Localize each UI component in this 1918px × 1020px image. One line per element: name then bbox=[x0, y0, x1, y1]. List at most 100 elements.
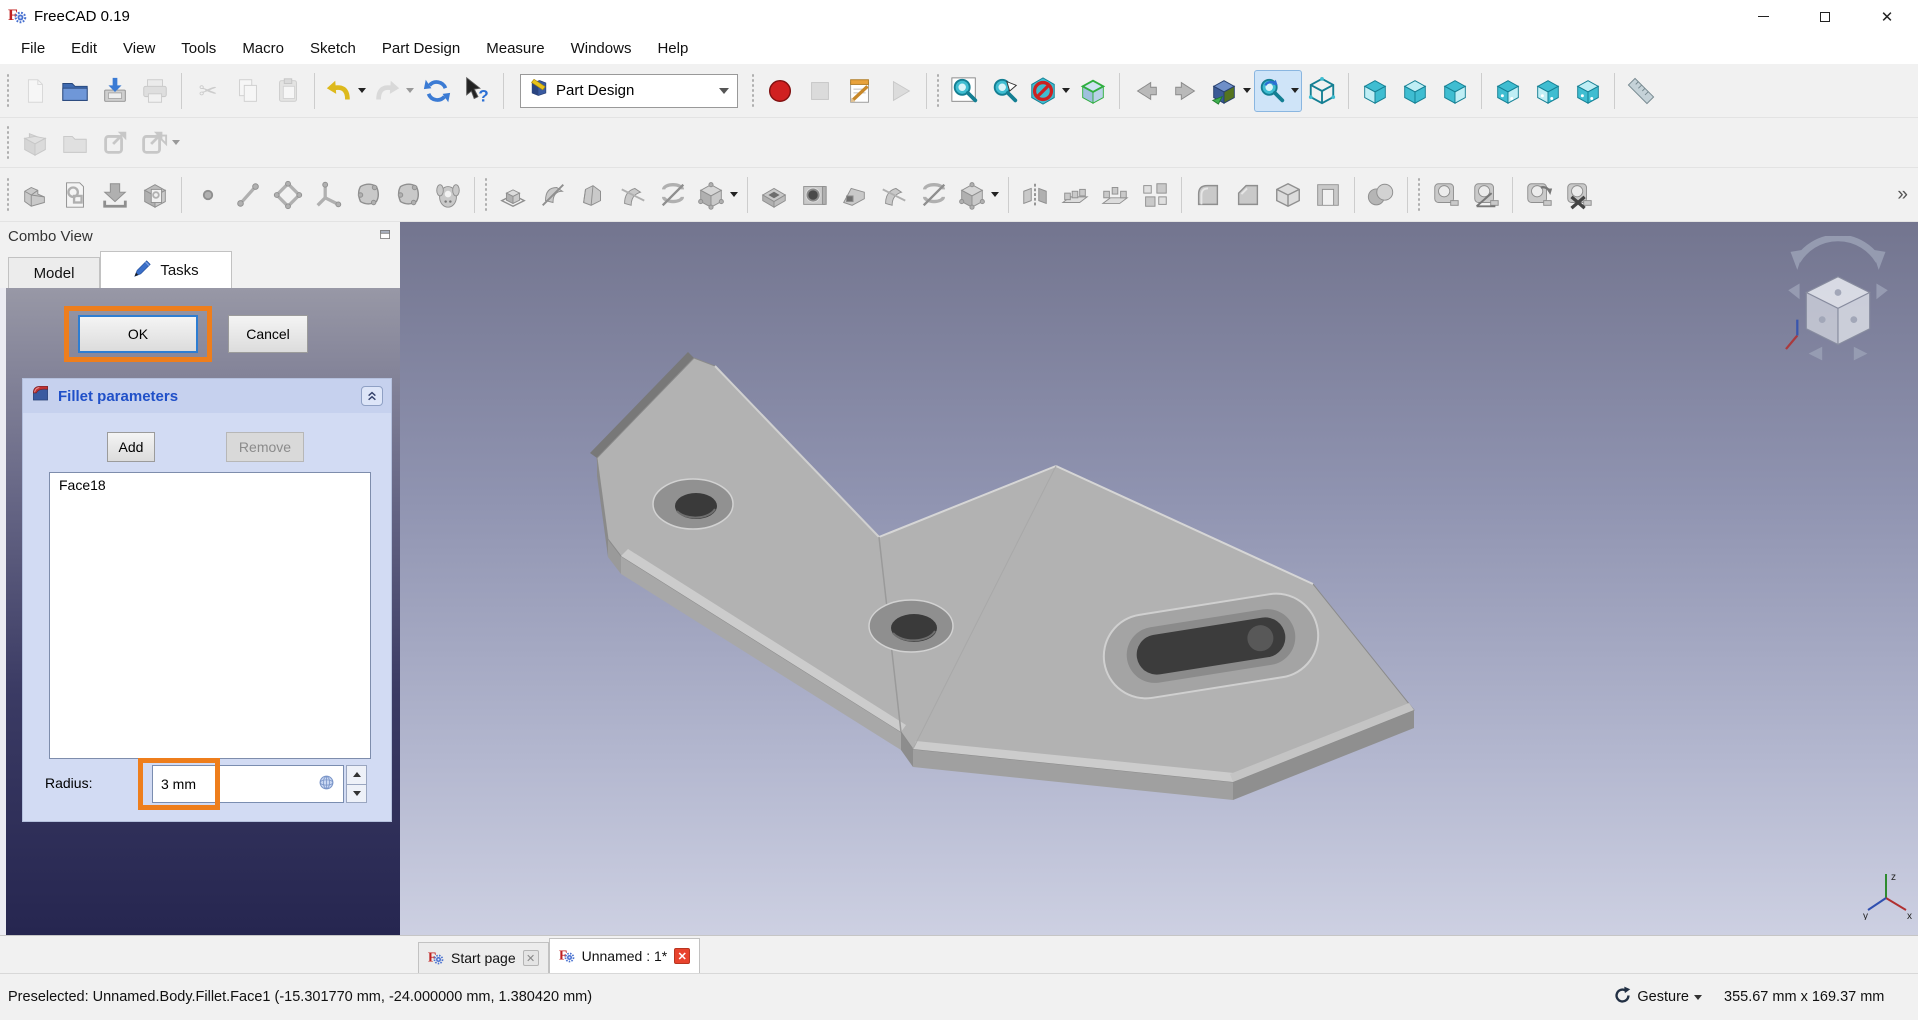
undo-button[interactable] bbox=[321, 70, 369, 112]
hole-button[interactable] bbox=[794, 174, 834, 216]
shape-binder-button[interactable] bbox=[348, 174, 388, 216]
polar-pattern-button[interactable] bbox=[1095, 174, 1135, 216]
open-file-button[interactable] bbox=[55, 70, 95, 112]
menu-item-help[interactable]: Help bbox=[644, 40, 701, 57]
maximize-button[interactable] bbox=[1794, 0, 1856, 33]
isometric-view-button[interactable] bbox=[1302, 70, 1342, 112]
measure-distance-button[interactable] bbox=[1621, 70, 1661, 112]
additive-primitive-button[interactable] bbox=[693, 174, 741, 216]
nav-back-button[interactable] bbox=[1126, 70, 1166, 112]
datum-line-button[interactable] bbox=[228, 174, 268, 216]
chevron-down-icon[interactable] bbox=[172, 140, 180, 145]
clone-button[interactable] bbox=[428, 174, 468, 216]
refresh-button[interactable] bbox=[417, 70, 457, 112]
3d-viewport[interactable]: z x y bbox=[400, 222, 1918, 935]
collapse-chevrons-icon[interactable] bbox=[361, 386, 383, 406]
face-list-item[interactable]: Face18 bbox=[50, 473, 370, 497]
doc-tab-unnamed[interactable]: F Unnamed : 1* ✕ bbox=[548, 938, 701, 973]
subtractive-primitive-button[interactable] bbox=[954, 174, 1002, 216]
measure-linear-button[interactable] bbox=[1426, 174, 1466, 216]
chamfer-button[interactable] bbox=[1228, 174, 1268, 216]
menu-item-windows[interactable]: Windows bbox=[558, 40, 645, 57]
float-panel-icon[interactable] bbox=[379, 228, 392, 245]
measure-clear-button[interactable] bbox=[1559, 174, 1599, 216]
toolbar-grip[interactable] bbox=[751, 72, 755, 109]
navigation-style-selector[interactable]: Gesture bbox=[1613, 986, 1718, 1009]
menu-item-sketch[interactable]: Sketch bbox=[297, 40, 369, 57]
save-button[interactable] bbox=[95, 70, 135, 112]
menu-item-edit[interactable]: Edit bbox=[58, 40, 110, 57]
close-tab-icon[interactable]: ✕ bbox=[522, 950, 539, 966]
spin-up-button[interactable] bbox=[347, 766, 366, 785]
doc-tab-start-page[interactable]: F Start page ✕ bbox=[418, 942, 549, 973]
create-body-button[interactable] bbox=[15, 174, 55, 216]
revolution-button[interactable] bbox=[533, 174, 573, 216]
menu-item-tools[interactable]: Tools bbox=[168, 40, 229, 57]
linked-view-button[interactable] bbox=[1206, 70, 1254, 112]
whats-this-button[interactable]: ? bbox=[457, 70, 497, 112]
tab-model[interactable]: Model bbox=[8, 257, 100, 288]
spin-down-button[interactable] bbox=[347, 784, 366, 802]
view-top-button[interactable] bbox=[1395, 70, 1435, 112]
close-tab-icon[interactable]: ✕ bbox=[674, 948, 691, 964]
minimize-button[interactable] bbox=[1732, 0, 1794, 33]
sub-shape-binder-button[interactable] bbox=[388, 174, 428, 216]
datum-plane-button[interactable] bbox=[268, 174, 308, 216]
toolbar-overflow-button[interactable]: » bbox=[1897, 184, 1908, 206]
chevron-down-icon[interactable] bbox=[406, 88, 414, 93]
linear-pattern-button[interactable] bbox=[1055, 174, 1095, 216]
nav-forward-button[interactable] bbox=[1166, 70, 1206, 112]
map-sketch-button[interactable] bbox=[95, 174, 135, 216]
zoom-selection-button[interactable] bbox=[985, 70, 1025, 112]
close-button[interactable]: ✕ bbox=[1856, 0, 1918, 33]
multi-transform-button[interactable] bbox=[1135, 174, 1175, 216]
additive-pipe-button[interactable] bbox=[613, 174, 653, 216]
menu-item-macro[interactable]: Macro bbox=[229, 40, 297, 57]
view-right-button[interactable] bbox=[1435, 70, 1475, 112]
workbench-selector[interactable]: Part Design bbox=[520, 73, 738, 108]
chevron-down-icon[interactable] bbox=[1243, 88, 1251, 93]
menu-item-measure[interactable]: Measure bbox=[473, 40, 557, 57]
toolbar-grip[interactable] bbox=[6, 124, 10, 161]
menu-item-file[interactable]: File bbox=[8, 40, 58, 57]
boolean-operation-button[interactable] bbox=[1361, 174, 1401, 216]
toolbar-grip[interactable] bbox=[936, 72, 940, 109]
subtractive-pipe-button[interactable] bbox=[874, 174, 914, 216]
tab-tasks[interactable]: Tasks bbox=[100, 251, 232, 288]
chevron-down-icon[interactable] bbox=[1291, 88, 1299, 93]
view-bottom-button[interactable] bbox=[1528, 70, 1568, 112]
view-rear-button[interactable] bbox=[1488, 70, 1528, 112]
macro-record-button[interactable] bbox=[760, 70, 800, 112]
measure-angular-button[interactable] bbox=[1466, 174, 1506, 216]
draft-button[interactable] bbox=[1268, 174, 1308, 216]
fillet-button[interactable] bbox=[1188, 174, 1228, 216]
menu-item-part-design[interactable]: Part Design bbox=[369, 40, 473, 57]
clipping-plane-button[interactable] bbox=[1025, 70, 1073, 112]
mirrored-button[interactable] bbox=[1015, 174, 1055, 216]
sync-view-button[interactable] bbox=[1254, 69, 1302, 112]
datum-coordinate-system-button[interactable] bbox=[308, 174, 348, 216]
cancel-button[interactable]: Cancel bbox=[228, 315, 308, 353]
chevron-down-icon[interactable] bbox=[730, 192, 738, 197]
toolbar-grip[interactable] bbox=[484, 176, 488, 213]
add-face-button[interactable]: Add bbox=[107, 432, 155, 462]
chevron-down-icon[interactable] bbox=[1062, 88, 1070, 93]
toolbar-grip[interactable] bbox=[6, 72, 10, 109]
groove-button[interactable] bbox=[834, 174, 874, 216]
chevron-down-icon[interactable] bbox=[358, 88, 366, 93]
menu-item-view[interactable]: View bbox=[110, 40, 168, 57]
view-left-button[interactable] bbox=[1568, 70, 1608, 112]
edit-sketch-button[interactable] bbox=[135, 174, 175, 216]
macro-edit-button[interactable] bbox=[840, 70, 880, 112]
chevron-down-icon[interactable] bbox=[991, 192, 999, 197]
subtractive-helix-button[interactable] bbox=[914, 174, 954, 216]
face-list[interactable]: Face18 bbox=[49, 472, 371, 759]
zoom-fit-all-button[interactable] bbox=[945, 70, 985, 112]
create-sketch-button[interactable] bbox=[55, 174, 95, 216]
measure-refresh-button[interactable] bbox=[1519, 174, 1559, 216]
toolbar-grip[interactable] bbox=[1417, 176, 1421, 213]
datum-point-button[interactable] bbox=[188, 174, 228, 216]
thickness-button[interactable] bbox=[1308, 174, 1348, 216]
additive-helix-button[interactable] bbox=[653, 174, 693, 216]
additive-loft-button[interactable] bbox=[573, 174, 613, 216]
